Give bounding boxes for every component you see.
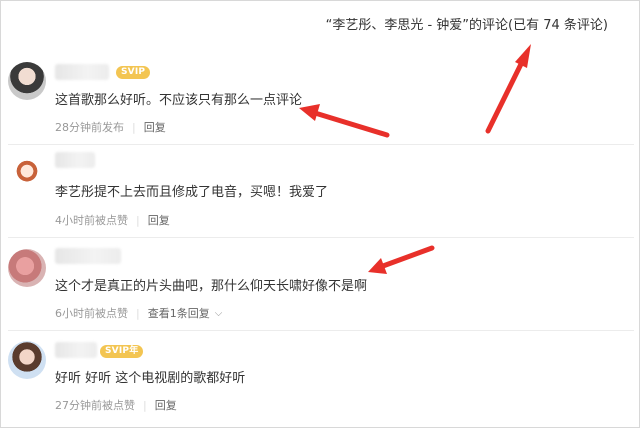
- svip-badge: SVIP: [116, 66, 151, 79]
- avatar[interactable]: [8, 341, 46, 379]
- chevron-down-icon[interactable]: ⌵: [215, 308, 223, 319]
- view-replies-button[interactable]: 查看1条回复: [148, 305, 210, 321]
- meta-divider: |: [143, 398, 147, 412]
- comment-text: 这首歌那么好听。不应该只有那么一点评论: [55, 93, 303, 108]
- comment-time: 4小时前被点赞: [55, 214, 128, 227]
- comment-time: 27分钟前被点赞: [55, 399, 135, 412]
- meta-divider: |: [136, 306, 140, 320]
- username-blurred[interactable]: [55, 64, 109, 80]
- avatar[interactable]: [8, 154, 46, 192]
- comment-text: 这个才是真正的片头曲吧，那什么仰天长啸好像不是啊: [55, 279, 368, 294]
- reply-button[interactable]: 回复: [155, 397, 177, 413]
- comment-text: 李艺彤提不上去而且修成了电音，买嗯！我爱了: [55, 185, 329, 200]
- comment-text: 好听 好听 这个电视剧的歌都好听: [55, 371, 246, 386]
- reply-button[interactable]: 回复: [148, 212, 170, 228]
- comment-meta: 6小时前被点赞 | 查看1条回复 ⌵: [55, 305, 222, 321]
- meta-divider: |: [132, 120, 136, 134]
- username-blurred[interactable]: [55, 342, 97, 358]
- comment-divider: [8, 144, 634, 145]
- comment-divider: [8, 237, 634, 238]
- comments-header: “李艺彤、李思光 - 钟爱”的评论(已有 74 条评论): [325, 18, 608, 33]
- comment-time: 28分钟前发布: [55, 121, 124, 134]
- comment-time: 6小时前被点赞: [55, 307, 128, 320]
- comment-meta: 4小时前被点赞 | 回复: [55, 212, 170, 228]
- comment-meta: 28分钟前发布 | 回复: [55, 119, 166, 135]
- comment-divider: [8, 330, 634, 331]
- username-blurred[interactable]: [55, 248, 121, 264]
- comment-meta: 27分钟前被点赞 | 回复: [55, 397, 177, 413]
- meta-divider: |: [136, 213, 140, 227]
- avatar[interactable]: [8, 249, 46, 287]
- username-blurred[interactable]: [55, 152, 95, 168]
- svip-badge: SVIP年: [100, 345, 144, 358]
- reply-button[interactable]: 回复: [144, 119, 166, 135]
- avatar[interactable]: [8, 62, 46, 100]
